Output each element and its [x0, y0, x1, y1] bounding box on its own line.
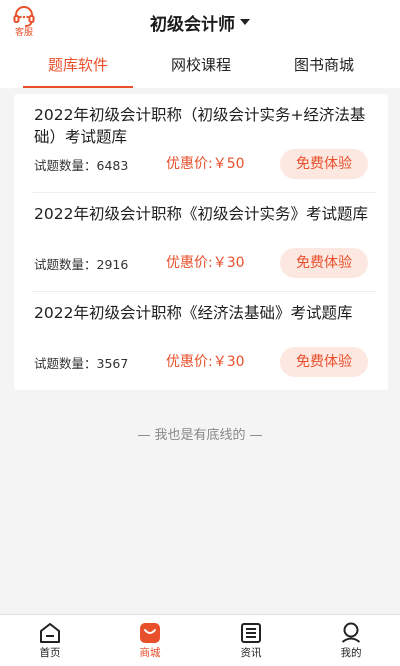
question-count: 试题数量：6483: [34, 158, 129, 173]
tab-question-bank[interactable]: 题库软件: [23, 54, 133, 88]
discount-price: 优惠价:￥50: [166, 156, 245, 172]
product-list: 2022年初级会计职称（初级会计实务+经济法基础）考试题库 试题数量：6483 …: [14, 94, 388, 390]
home-icon: [40, 623, 60, 643]
free-trial-button[interactable]: 免费体验: [280, 347, 368, 377]
product-title: 2022年初级会计职称（初级会计实务+经济法基础）考试题库: [34, 106, 366, 146]
product-item[interactable]: 2022年初级会计职称（初级会计实务+经济法基础）考试题库 试题数量：6483 …: [14, 94, 388, 192]
tab-label: 网校课程: [170, 56, 231, 74]
tab-book-store[interactable]: 图书商城: [269, 54, 379, 88]
tab-label: 图书商城: [293, 56, 354, 74]
nav-profile[interactable]: 我的: [321, 621, 381, 665]
nav-home[interactable]: 首页: [20, 621, 80, 665]
tab-online-courses[interactable]: 网校课程: [146, 54, 256, 88]
product-title: 2022年初级会计职称《经济法基础》考试题库: [34, 304, 353, 322]
news-icon: [241, 623, 261, 643]
shop-bag-icon: [140, 623, 160, 643]
top-header: 客服 初级会计师 题库软件 网校课程 图书商城: [0, 0, 400, 88]
category-tabs: 题库软件 网校课程 图书商城: [0, 54, 400, 88]
tab-label: 题库软件: [47, 56, 108, 74]
product-item[interactable]: 2022年初级会计职称《初级会计实务》考试题库 试题数量：2916 优惠价:￥3…: [14, 193, 388, 291]
free-trial-button[interactable]: 免费体验: [280, 248, 368, 278]
nav-shop[interactable]: 商城: [120, 621, 180, 665]
product-item[interactable]: 2022年初级会计职称《经济法基础》考试题库 试题数量：3567 优惠价:￥30…: [14, 292, 388, 390]
free-trial-button[interactable]: 免费体验: [280, 149, 368, 179]
end-of-list-note: — 我也是有底线的 —: [137, 428, 263, 443]
nav-news[interactable]: 资讯: [221, 621, 281, 665]
profile-icon: [341, 622, 361, 643]
nav-label: 商城: [139, 647, 161, 659]
nav-label: 资讯: [240, 647, 262, 659]
active-tab-indicator: [23, 86, 133, 88]
nav-label: 我的: [340, 647, 362, 659]
nav-label: 首页: [39, 647, 61, 659]
question-count: 试题数量：3567: [34, 356, 129, 371]
caret-down-icon: [240, 18, 250, 25]
bottom-nav: 首页 商城 资讯 我的: [0, 614, 400, 666]
exam-selector[interactable]: 初级会计师: [0, 10, 400, 35]
discount-price: 优惠价:￥30: [166, 255, 245, 271]
question-count: 试题数量：2916: [34, 257, 129, 272]
discount-price: 优惠价:￥30: [166, 354, 245, 370]
product-title: 2022年初级会计职称《初级会计实务》考试题库: [34, 205, 368, 223]
page-title: 初级会计师: [150, 14, 235, 35]
